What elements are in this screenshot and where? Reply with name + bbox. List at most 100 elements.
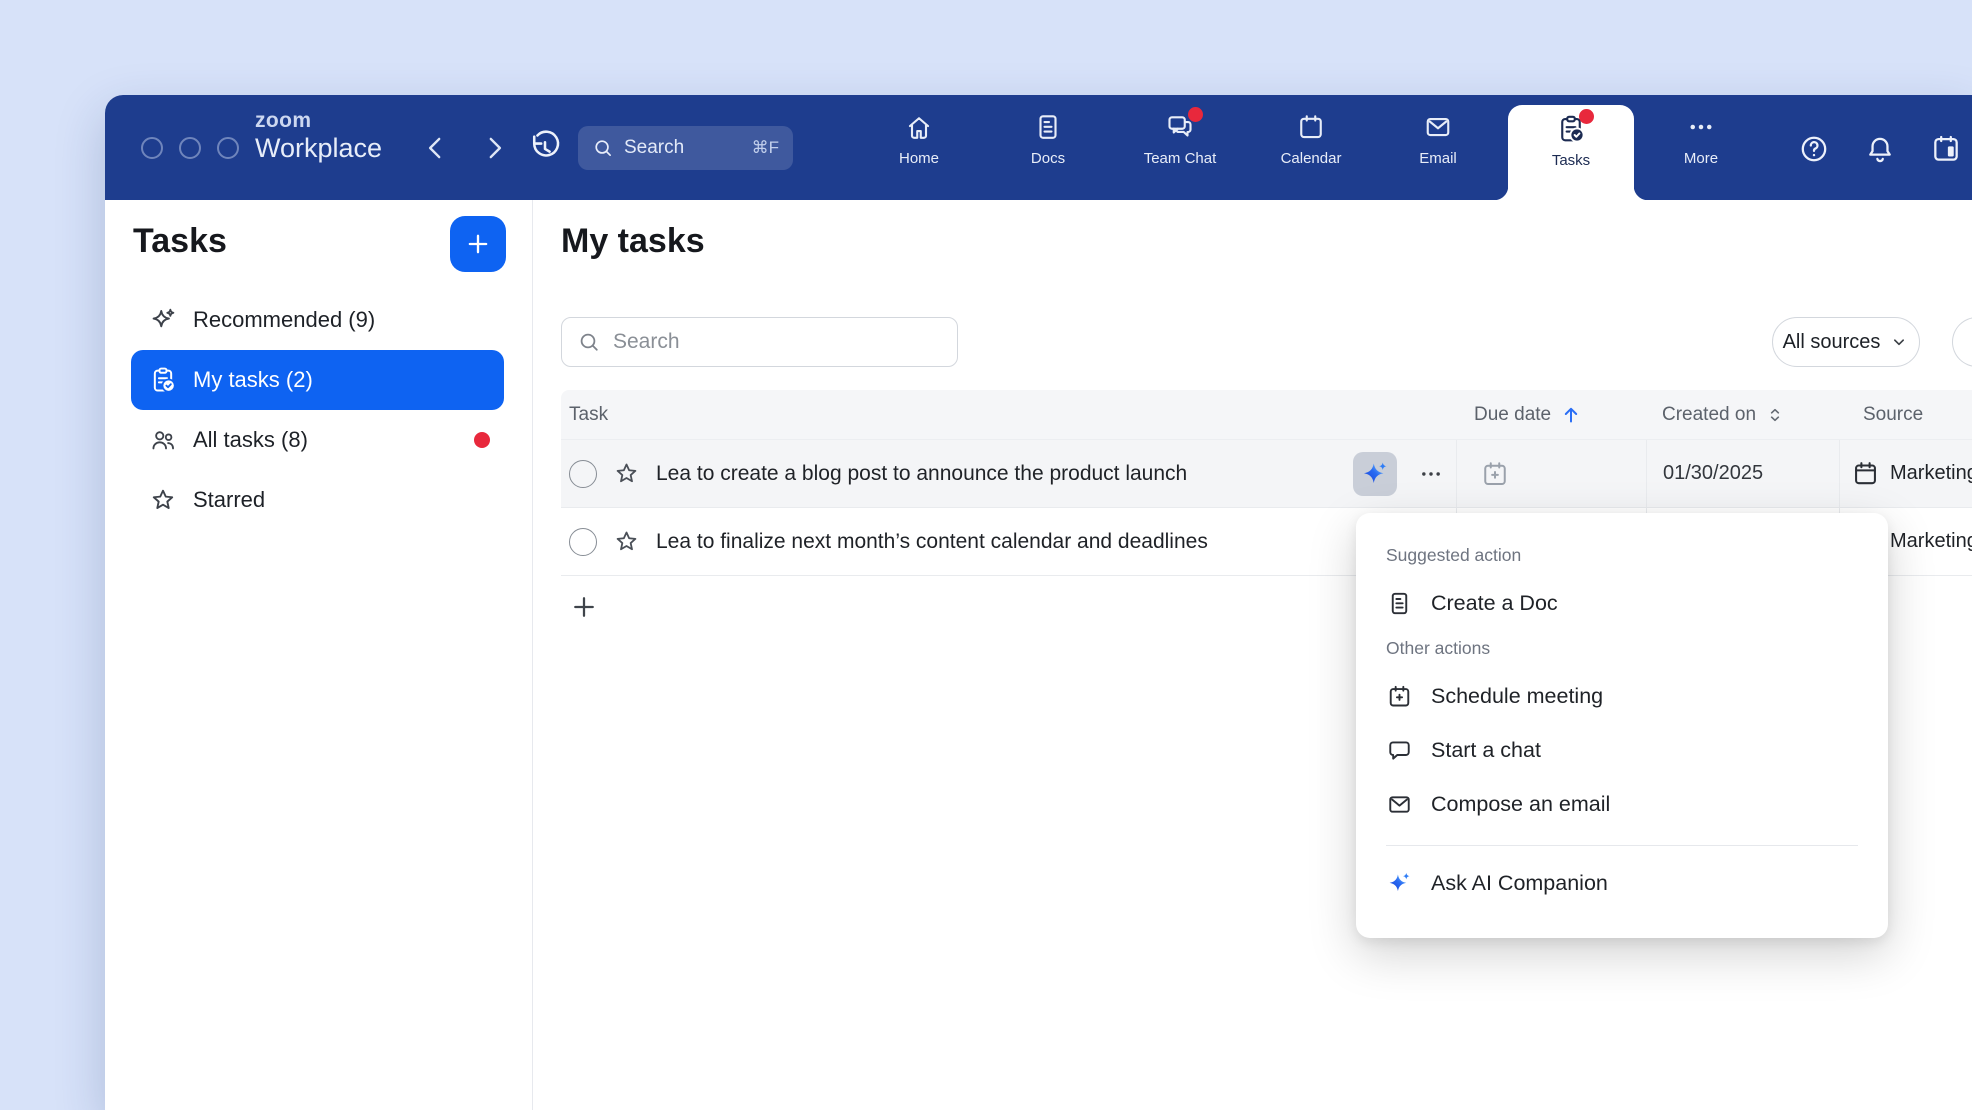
search-icon [577, 330, 601, 354]
column-header-task: Task [561, 404, 1456, 426]
nav-tasks-label: Tasks [1552, 152, 1590, 169]
task-title[interactable]: Lea to create a blog post to announce th… [656, 462, 1187, 486]
calendar-panel-icon [1930, 133, 1962, 165]
team-chat-notification-dot [1188, 107, 1203, 122]
all-tasks-notification-dot [474, 432, 490, 448]
workplace-logo: zoom Workplace [255, 110, 382, 162]
ai-companion-icon [1386, 870, 1413, 897]
doc-icon [1386, 590, 1413, 617]
menu-item-create-doc[interactable]: Create a Doc [1386, 576, 1858, 630]
people-icon [149, 426, 177, 454]
calendar-plus-icon [1480, 459, 1510, 489]
task-title[interactable]: Lea to finalize next month’s content cal… [656, 530, 1208, 554]
nav-tasks-active-tab[interactable]: Tasks [1508, 105, 1634, 200]
global-search-input[interactable] [624, 137, 742, 159]
window-control-close[interactable] [141, 137, 163, 159]
star-icon [149, 486, 177, 514]
sort-icon [1764, 404, 1786, 426]
nav-team-chat-label: Team Chat [1144, 150, 1217, 167]
window-controls [141, 137, 239, 159]
sidebar-item-my-tasks[interactable]: My tasks (2) [131, 350, 504, 410]
column-header-source: Source [1839, 404, 1972, 426]
sidebar-item-all-tasks[interactable]: All tasks (8) [131, 410, 504, 470]
main-panel: My tasks All sources Task Due date [534, 200, 1972, 1110]
sidebar: Tasks Recommended (9) [105, 200, 533, 1110]
nav-docs[interactable]: Docs [989, 111, 1107, 189]
star-icon[interactable] [613, 460, 640, 487]
nav-home-label: Home [899, 150, 939, 167]
envelope-icon [1386, 791, 1413, 818]
help-icon [1798, 133, 1830, 165]
nav-email[interactable]: Email [1379, 111, 1497, 189]
column-header-due-date[interactable]: Due date [1456, 403, 1646, 427]
menu-item-ask-ai-companion[interactable]: Ask AI Companion [1386, 856, 1858, 910]
due-date-cell[interactable] [1456, 440, 1646, 507]
search-icon [592, 137, 614, 159]
add-task-button[interactable] [450, 216, 506, 272]
help-button[interactable] [1797, 132, 1831, 166]
column-header-created-on[interactable]: Created on [1646, 404, 1839, 426]
nav-team-chat[interactable]: Team Chat [1121, 111, 1239, 189]
back-button[interactable] [420, 132, 452, 164]
nav-docs-label: Docs [1031, 150, 1065, 167]
created-on-cell: 01/30/2025 [1646, 440, 1839, 507]
zoom-workplace-window: zoom Workplace ⌘F Home [105, 95, 1972, 1110]
ellipsis-icon [1418, 461, 1444, 487]
chevron-down-icon [1889, 332, 1909, 352]
ai-companion-button[interactable] [1353, 452, 1397, 496]
nav-home[interactable]: Home [860, 111, 978, 189]
task-cell: Lea to create a blog post to announce th… [561, 440, 1456, 507]
table-row[interactable]: Lea to create a blog post to announce th… [561, 440, 1972, 508]
table-header: Task Due date Created on Source [561, 390, 1972, 440]
nav-calendar[interactable]: Calendar [1252, 111, 1370, 189]
home-icon [903, 111, 935, 143]
sidebar-item-starred[interactable]: Starred [131, 470, 504, 530]
source-cell: Marketing [1839, 440, 1972, 507]
suggested-action-label: Suggested action [1386, 545, 1858, 566]
notifications-button[interactable] [1863, 132, 1897, 166]
sidebar-item-label: My tasks (2) [193, 367, 313, 393]
task-cell: Lea to finalize next month’s content cal… [561, 508, 1456, 575]
chevron-left-icon [420, 132, 452, 164]
chat-bubble-icon [1386, 737, 1413, 764]
history-button[interactable] [526, 129, 564, 167]
history-icon [526, 129, 564, 167]
docs-icon [1032, 111, 1064, 143]
workplace-wordmark: Workplace [255, 135, 382, 162]
task-checkbox[interactable] [569, 460, 597, 488]
search-shortcut: ⌘F [752, 138, 779, 158]
my-tasks-icon [149, 366, 177, 394]
nav-more-label: More [1684, 150, 1718, 167]
sidebar-item-recommended[interactable]: Recommended (9) [131, 290, 504, 350]
team-chat-icon [1164, 111, 1196, 143]
menu-item-schedule-meeting[interactable]: Schedule meeting [1386, 669, 1858, 723]
sparkle-icon [149, 306, 177, 334]
bell-icon [1864, 133, 1896, 165]
sidebar-title: Tasks [133, 222, 227, 261]
source-label: Marketing [1890, 462, 1972, 485]
more-actions-button[interactable] [1413, 456, 1449, 492]
plus-icon [569, 592, 599, 622]
star-icon[interactable] [613, 528, 640, 555]
page-title: My tasks [561, 222, 705, 261]
nav-more[interactable]: More [1642, 111, 1760, 189]
nav-email-label: Email [1419, 150, 1457, 167]
task-checkbox[interactable] [569, 528, 597, 556]
nav-tasks[interactable]: Tasks [1512, 113, 1630, 191]
sources-filter-dropdown[interactable]: All sources [1772, 317, 1920, 367]
plus-icon [464, 230, 492, 258]
ai-actions-popup: Suggested action Create a Doc Other acti… [1356, 513, 1888, 938]
task-search-input[interactable] [613, 330, 942, 354]
window-control-minimize[interactable] [179, 137, 201, 159]
menu-item-compose-email[interactable]: Compose an email [1386, 777, 1858, 831]
schedule-panel-button[interactable] [1929, 132, 1963, 166]
forward-button[interactable] [478, 132, 510, 164]
calendar-plus-icon [1386, 683, 1413, 710]
tasks-notification-dot [1579, 109, 1594, 124]
sources-filter-label: All sources [1783, 331, 1881, 354]
window-control-zoom[interactable] [217, 137, 239, 159]
menu-divider [1386, 845, 1858, 846]
menu-item-start-chat[interactable]: Start a chat [1386, 723, 1858, 777]
zoom-wordmark: zoom [255, 110, 382, 131]
filter-button-partial[interactable] [1952, 317, 1972, 367]
